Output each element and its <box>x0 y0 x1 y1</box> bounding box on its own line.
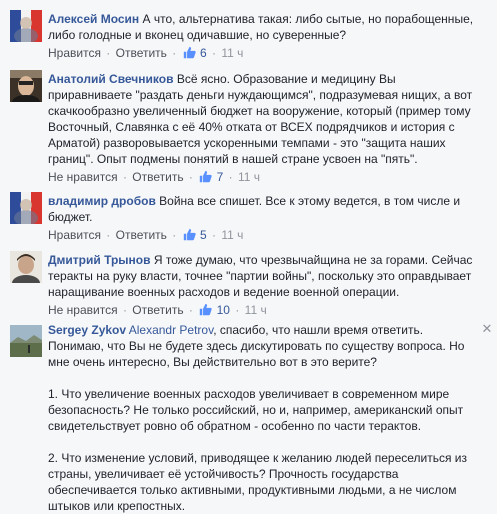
thumbs-up-icon[interactable] <box>183 46 196 59</box>
avatar[interactable] <box>10 192 42 224</box>
comment-author[interactable]: Дмитрий Трынов <box>48 253 151 267</box>
avatar-image <box>10 10 42 42</box>
comment-paragraph: 2. Что изменение условий, приводящее к ж… <box>48 451 468 513</box>
reply-button[interactable]: Ответить <box>132 170 183 184</box>
separator: · <box>172 228 177 242</box>
like-button[interactable]: Нравится <box>48 46 101 60</box>
timestamp[interactable]: 11 ч <box>238 170 260 184</box>
close-icon[interactable]: ✕ <box>481 322 493 335</box>
avatar[interactable] <box>10 325 42 357</box>
avatar-image <box>10 70 42 102</box>
avatar-image <box>10 192 42 224</box>
comment-main: Sergey Zykov Alexandr Petrov, спасибо, ч… <box>48 322 479 370</box>
separator: · <box>122 170 127 184</box>
separator: · <box>212 228 216 242</box>
unlike-button[interactable]: Не нравится <box>48 303 118 317</box>
comment-author[interactable]: Sergey Zykov <box>48 323 126 337</box>
like-count[interactable]: 7 <box>217 170 224 184</box>
separator: · <box>106 228 111 242</box>
comment-body: Sergey Zykov Alexandr Petrov, спасибо, ч… <box>48 322 479 514</box>
separator: · <box>122 303 127 317</box>
like-count[interactable]: 10 <box>217 303 230 317</box>
separator: · <box>212 46 216 60</box>
separator: · <box>172 46 177 60</box>
separator: · <box>188 170 193 184</box>
separator: · <box>228 170 233 184</box>
like-count[interactable]: 6 <box>200 46 207 60</box>
comment-paragraph: 1. Что увеличение военных расходов увели… <box>48 387 464 433</box>
thumbs-up-icon[interactable] <box>183 228 196 241</box>
avatar-image <box>10 325 42 357</box>
comment-actions: Нравится · Ответить · 6 · 11 ч <box>48 45 243 61</box>
comment-author[interactable]: Алексей Мосин <box>48 12 139 26</box>
comment-author[interactable]: владимир дробов <box>48 194 156 208</box>
comment-body: Алексей Мосин А что, альтернатива такая:… <box>48 11 479 43</box>
avatar-image <box>10 251 42 283</box>
comment-actions: Не нравится · Ответить · 10 · 11 ч <box>48 302 267 318</box>
timestamp[interactable]: 11 ч <box>221 46 243 60</box>
avatar[interactable] <box>10 10 42 42</box>
timestamp[interactable]: 11 ч <box>221 228 243 242</box>
separator: · <box>106 46 111 60</box>
avatar[interactable] <box>10 251 42 283</box>
thumbs-up-icon[interactable] <box>199 303 212 316</box>
separator: · <box>188 303 193 317</box>
timestamp[interactable]: 11 ч <box>245 303 267 317</box>
comment-text: Всё ясно. Образование и медицину Вы прир… <box>48 72 473 166</box>
comment-actions: Не нравится · Ответить · 7 · 11 ч <box>48 169 260 185</box>
like-button[interactable]: Нравится <box>48 228 101 242</box>
avatar[interactable] <box>10 70 42 102</box>
comment-author[interactable]: Анатолий Свечников <box>48 72 173 86</box>
like-count[interactable]: 5 <box>200 228 207 242</box>
mention-link[interactable]: Alexandr Petrov <box>129 323 214 337</box>
thumbs-up-icon[interactable] <box>199 170 212 183</box>
comment-actions: Нравится · Ответить · 5 · 11 ч <box>48 227 243 243</box>
comment-body: владимир дробов Война все спишет. Все к … <box>48 193 479 225</box>
reply-button[interactable]: Ответить <box>116 228 167 242</box>
comment-body: Анатолий Свечников Всё ясно. Образование… <box>48 71 479 167</box>
reply-button[interactable]: Ответить <box>116 46 167 60</box>
unlike-button[interactable]: Не нравится <box>48 170 118 184</box>
comment-body: Дмитрий Трынов Я тоже думаю, что чрезвыч… <box>48 252 479 300</box>
separator: · <box>235 303 240 317</box>
reply-button[interactable]: Ответить <box>132 303 183 317</box>
